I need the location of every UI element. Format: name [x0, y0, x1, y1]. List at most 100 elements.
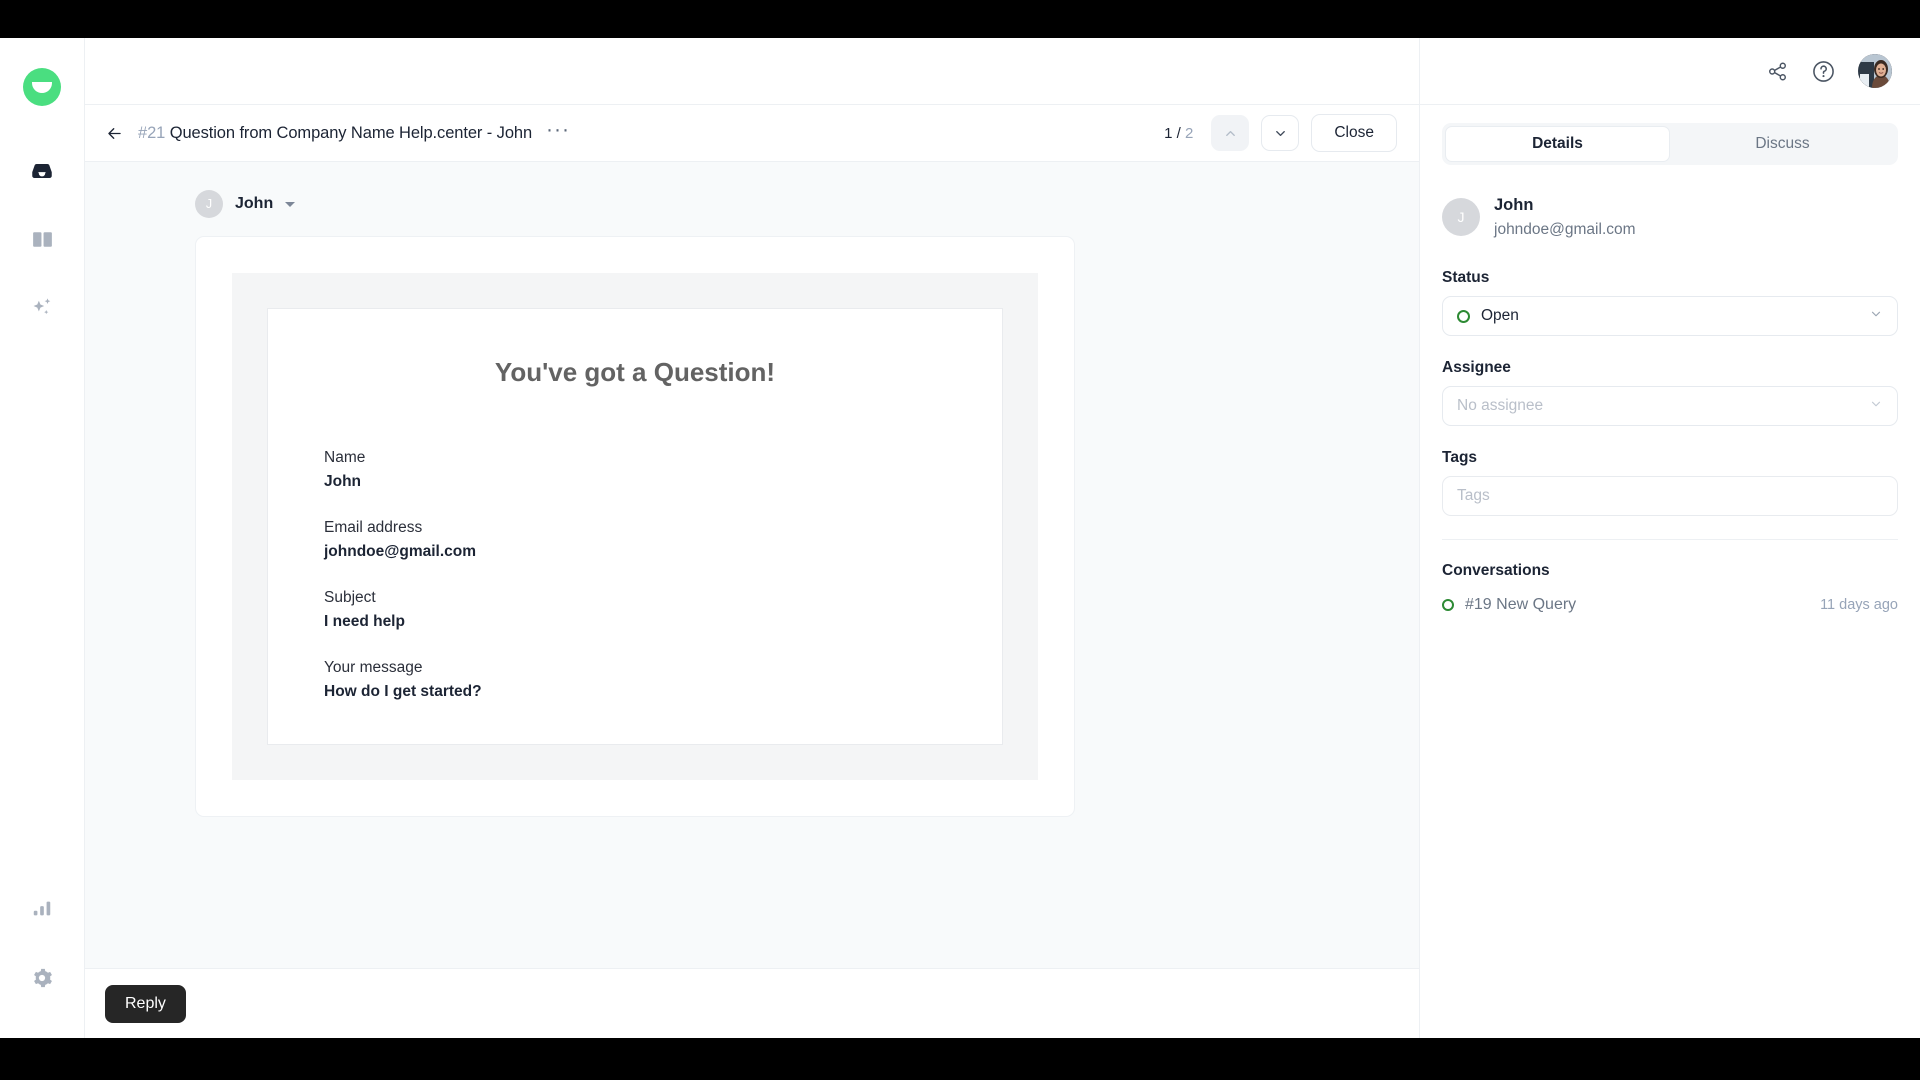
assignee-section: Assignee No assignee — [1442, 359, 1898, 426]
helpcenter-logo[interactable] — [23, 68, 61, 106]
sidebar-item-knowledge-base[interactable] — [22, 219, 62, 259]
book-icon — [32, 231, 52, 247]
message-card: You've got a Question! Name John Email a… — [195, 236, 1075, 818]
tags-label: Tags — [1442, 449, 1478, 466]
message-author-name: John — [235, 195, 274, 212]
status-section: Status Open — [1442, 269, 1898, 336]
message-avatar: J — [195, 190, 223, 218]
email-field-email-address: Email address johndoe@gmail.com — [324, 516, 974, 564]
center-topbar-spacer — [85, 38, 1419, 105]
assignee-value: No assignee — [1457, 397, 1544, 414]
message-options-caret-icon[interactable] — [285, 201, 296, 207]
contact-name: John — [1494, 196, 1534, 214]
share-icon — [1769, 62, 1786, 80]
conversation-subject: Question from Company Name Help.center -… — [169, 123, 533, 142]
next-conversation-button[interactable] — [1261, 115, 1300, 151]
chevron-down-icon — [1871, 311, 1881, 316]
conversations-section: Conversations #19 New Query 11 days ago — [1442, 562, 1898, 614]
message-header: J John — [85, 190, 1419, 218]
assignee-chevron — [1869, 397, 1883, 416]
field-value: How do I get started? — [324, 683, 482, 701]
details-topbar — [1420, 38, 1920, 105]
tab-discuss[interactable]: Discuss — [1670, 126, 1895, 162]
email-body: You've got a Question! Name John Email a… — [267, 308, 1003, 746]
details-tabs: Details Discuss — [1442, 123, 1898, 165]
inbox-icon — [32, 163, 52, 179]
status-open-circle-icon — [1457, 309, 1470, 323]
sidebar-item-ai-assist[interactable] — [22, 287, 62, 327]
email-field-your-message: Your message How do I get started? — [324, 656, 974, 704]
tab-details[interactable]: Details — [1445, 126, 1670, 162]
more-actions-button[interactable]: ··· — [546, 119, 570, 141]
page-total: 2 — [1185, 124, 1194, 142]
field-value: I need help — [324, 613, 405, 631]
list-item[interactable]: #19 New Query 11 days ago — [1442, 596, 1898, 614]
rail-primary-items — [22, 151, 62, 327]
contact-text: John johndoe@gmail.com — [1494, 193, 1636, 241]
conversation-pane: #21 Question from Company Name Help.cent… — [85, 38, 1420, 1038]
email-heading: You've got a Question! — [494, 357, 776, 387]
contact-summary: J John johndoe@gmail.com — [1442, 193, 1898, 241]
conversation-number: #21 — [138, 123, 166, 142]
sidebar-item-inbox[interactable] — [22, 151, 62, 191]
tags-input[interactable] — [1457, 487, 1883, 505]
pagination-indicator: 1 / 2 — [1164, 125, 1193, 142]
close-button[interactable]: Close — [1311, 114, 1397, 152]
gear-icon — [34, 968, 52, 988]
message-thread: J John You've got a Question! Name John — [85, 162, 1419, 968]
page-current: 1 — [1164, 124, 1173, 142]
status-value: Open — [1481, 307, 1519, 324]
email-fields: Name John Email address johndoe@gmail.co… — [296, 446, 974, 704]
assignee-select[interactable]: No assignee — [1442, 386, 1898, 426]
conversation-title: #21 Question from Company Name Help.cent… — [138, 124, 532, 143]
status-select[interactable]: Open — [1442, 296, 1898, 336]
sidebar-item-settings[interactable] — [22, 958, 62, 998]
conversation-toolbar: #21 Question from Company Name Help.cent… — [85, 105, 1419, 162]
app-window: #21 Question from Company Name Help.cent… — [0, 0, 1920, 1080]
logo-smile-shape — [32, 81, 52, 93]
email-outer-frame: You've got a Question! Name John Email a… — [232, 273, 1038, 781]
arrow-left-icon — [108, 127, 121, 139]
conversation-link-title: #19 New Query — [1465, 596, 1577, 613]
rail-secondary-items — [0, 888, 84, 998]
field-value: John — [324, 473, 362, 491]
field-label: Email address — [324, 519, 423, 537]
email-field-name: Name John — [324, 446, 974, 494]
details-body: J John johndoe@gmail.com Status Open Ass… — [1420, 165, 1920, 614]
share-button[interactable] — [1766, 60, 1789, 83]
reply-footer: Reply — [85, 968, 1419, 1038]
back-button[interactable] — [105, 124, 124, 143]
status-label: Status — [1442, 269, 1490, 286]
assignee-label: Assignee — [1442, 359, 1511, 376]
field-label: Name — [324, 449, 366, 466]
chevron-up-icon — [1225, 130, 1235, 136]
field-label: Subject — [324, 589, 376, 607]
contact-email: johndoe@gmail.com — [1494, 220, 1636, 238]
left-nav-rail — [0, 38, 85, 1038]
conversation-timestamp: 11 days ago — [1820, 597, 1898, 613]
chevron-down-icon — [1275, 130, 1285, 136]
bar-chart-icon — [33, 901, 51, 916]
conversation-toolbar-right: 1 / 2 Close — [1164, 114, 1397, 152]
chevron-down-icon — [1871, 401, 1881, 406]
tags-section: Tags — [1442, 449, 1898, 516]
conversation-status-circle-icon — [1442, 599, 1454, 611]
status-chevron — [1869, 307, 1883, 326]
help-button[interactable] — [1811, 59, 1836, 84]
details-divider — [1442, 539, 1898, 540]
contact-avatar: J — [1442, 198, 1480, 236]
prev-conversation-button[interactable] — [1211, 115, 1250, 151]
avatar-photo-icon — [1858, 54, 1892, 88]
conversations-label: Conversations — [1442, 562, 1550, 579]
tags-input-wrapper[interactable] — [1442, 476, 1898, 516]
sparkles-icon — [33, 297, 50, 314]
field-label: Your message — [324, 659, 423, 677]
field-value: johndoe@gmail.com — [324, 543, 477, 561]
sidebar-item-reports[interactable] — [22, 888, 62, 928]
details-panel: Details Discuss J John johndoe@gmail.com… — [1420, 38, 1920, 1038]
reply-button[interactable]: Reply — [105, 984, 186, 1023]
email-field-subject: Subject I need help — [324, 586, 974, 634]
question-circle-icon — [1813, 60, 1834, 82]
page-separator: / — [1176, 124, 1181, 142]
user-avatar[interactable] — [1858, 54, 1892, 88]
